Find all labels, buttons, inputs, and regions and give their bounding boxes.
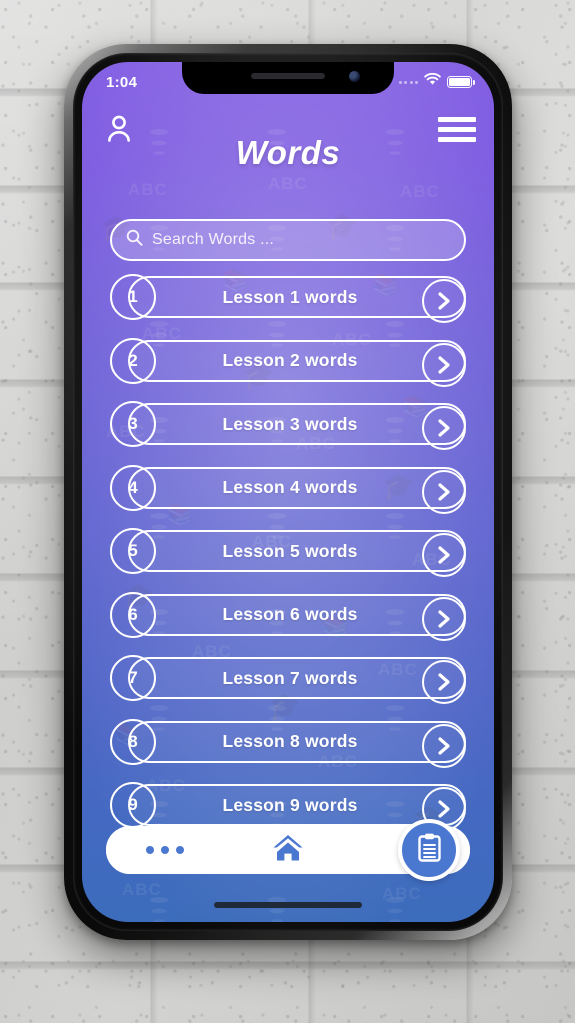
lesson-row[interactable]: Lesson 2 words 2 xyxy=(110,337,466,387)
lesson-pill[interactable]: Lesson 4 words xyxy=(128,466,466,514)
lesson-number-badge: 6 xyxy=(110,591,156,638)
more-dots-icon xyxy=(161,846,169,854)
phone-screen: ABC ABC ABC 🎓 🎓 📚 📚 ABC ABC 🎓 📚 ABC ABC … xyxy=(82,62,494,922)
lesson-label: Lesson 2 words xyxy=(222,350,358,370)
chevron-right-icon[interactable] xyxy=(422,533,466,577)
page-title: Words xyxy=(235,134,341,171)
lesson-label: Lesson 7 words xyxy=(222,667,358,688)
more-dots-icon xyxy=(146,846,154,854)
lesson-label: Lesson 8 words xyxy=(222,731,358,751)
hamburger-menu-icon xyxy=(438,116,476,122)
chevron-right-icon[interactable] xyxy=(422,469,466,514)
chevron-right-icon[interactable] xyxy=(422,279,466,323)
lesson-label: Lesson 5 words xyxy=(222,540,358,561)
home-button[interactable] xyxy=(272,826,304,874)
more-options-button[interactable] xyxy=(146,826,184,874)
signal-dots-icon xyxy=(398,80,418,84)
chevron-right-icon[interactable] xyxy=(422,596,466,641)
lesson-pill[interactable]: Lesson 8 words xyxy=(128,720,466,768)
lesson-number-badge: 5 xyxy=(110,528,156,574)
clipboard-icon xyxy=(416,832,443,869)
app-header: Words xyxy=(82,106,494,184)
lesson-pill[interactable]: Lesson 5 words xyxy=(128,530,466,577)
battery-full-icon xyxy=(447,76,475,88)
clipboard-button[interactable] xyxy=(398,819,460,881)
wall-background: ABC ABC ABC 🎓 🎓 📚 📚 ABC ABC 🎓 📚 ABC ABC … xyxy=(0,0,575,1023)
lesson-row[interactable]: Lesson 7 words 7 xyxy=(110,655,466,704)
earpiece-speaker xyxy=(251,73,325,79)
lesson-number-badge: 7 xyxy=(110,655,156,701)
lesson-row[interactable]: Lesson 4 words 4 xyxy=(110,464,466,514)
phone-device: ABC ABC ABC 🎓 🎓 📚 📚 ABC ABC 🎓 📚 ABC ABC … xyxy=(64,44,512,940)
lesson-row[interactable]: Lesson 9 words 9 xyxy=(110,782,466,831)
chevron-right-icon[interactable] xyxy=(422,342,466,387)
lesson-label: Lesson 3 words xyxy=(222,413,358,434)
lesson-pill[interactable]: Lesson 3 words xyxy=(128,403,466,450)
bottom-navigation-bar xyxy=(106,819,470,881)
status-bar-clock: 1:04 xyxy=(106,73,138,91)
lesson-pill[interactable]: Lesson 2 words xyxy=(128,339,466,387)
lesson-number-badge: 1 xyxy=(110,274,156,320)
lesson-row[interactable]: Lesson 3 words 3 xyxy=(110,401,466,450)
lesson-label: Lesson 6 words xyxy=(222,604,358,624)
lesson-row[interactable]: Lesson 1 words 1 xyxy=(110,274,466,323)
lesson-number-badge: 2 xyxy=(110,337,156,384)
lesson-row[interactable]: Lesson 5 words 5 xyxy=(110,528,466,577)
lesson-row[interactable]: Lesson 6 words 6 xyxy=(110,591,466,641)
lesson-number-badge: 9 xyxy=(110,782,156,828)
lesson-pill[interactable]: Lesson 7 words xyxy=(128,657,466,704)
lesson-pill[interactable]: Lesson 1 words xyxy=(128,276,466,323)
home-indicator[interactable] xyxy=(214,902,362,908)
chevron-right-icon[interactable] xyxy=(422,723,466,768)
lesson-number-badge: 4 xyxy=(110,464,156,511)
lesson-row[interactable]: Lesson 8 words 8 xyxy=(110,718,466,768)
chevron-right-icon[interactable] xyxy=(422,406,466,450)
lesson-number-badge: 8 xyxy=(110,718,156,765)
hamburger-menu-icon xyxy=(438,126,476,132)
lesson-label: Lesson 9 words xyxy=(222,794,358,815)
home-icon xyxy=(272,833,304,868)
search-input[interactable]: Search Words ... xyxy=(110,219,466,261)
lesson-label: Lesson 1 words xyxy=(222,286,358,307)
more-dots-icon xyxy=(176,846,184,854)
chevron-right-icon[interactable] xyxy=(422,660,466,704)
front-camera-icon xyxy=(349,71,360,82)
device-notch xyxy=(182,62,394,94)
search-icon xyxy=(126,229,143,251)
wifi-icon xyxy=(424,72,441,91)
lesson-label: Lesson 4 words xyxy=(222,477,358,497)
lesson-number-badge: 3 xyxy=(110,401,156,447)
search-placeholder-text: Search Words ... xyxy=(152,231,275,248)
lesson-pill[interactable]: Lesson 9 words xyxy=(128,784,466,831)
status-bar-indicators xyxy=(398,72,475,91)
lesson-pill[interactable]: Lesson 6 words xyxy=(128,593,466,641)
